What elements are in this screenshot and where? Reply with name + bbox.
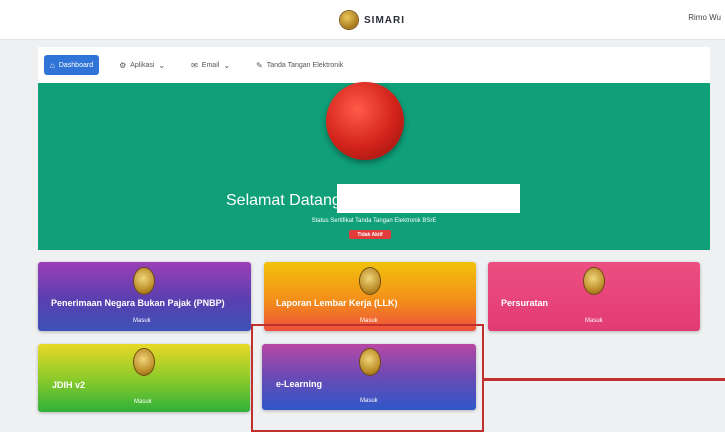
coin-emblem-icon [360, 268, 380, 294]
card-title: Penerimaan Negara Bukan Pajak (PNBP) [51, 298, 225, 308]
nav-tte[interactable]: ✎ Tanda Tangan Elektronik [250, 55, 349, 75]
chevron-down-icon: ⌄ [223, 60, 231, 70]
certificate-status-text: Status Sertifikat Tanda Tangan Elektroni… [311, 218, 437, 224]
nav-email-label: Email [201, 61, 220, 69]
home-icon: ⌂ [50, 60, 55, 70]
profile-avatar [326, 82, 404, 160]
dashboard-panel: ⌂ Dashboard ⚙ Aplikasi ⌄ ✉ Email ⌄ ✎ Tan… [38, 47, 710, 250]
nav-tte-label: Tanda Tangan Elektronik [266, 61, 344, 69]
card-enter-link[interactable]: Masuk [133, 318, 151, 324]
nav-aplikasi[interactable]: ⚙ Aplikasi ⌄ [113, 55, 171, 75]
user-menu[interactable]: Rimo Wu [688, 13, 721, 22]
card-enter-link[interactable]: Masuk [585, 318, 603, 324]
card-enter-link[interactable]: Masuk [134, 399, 152, 405]
nav-dashboard[interactable]: ⌂ Dashboard [44, 55, 100, 75]
navbar: ⌂ Dashboard ⚙ Aplikasi ⌄ ✉ Email ⌄ ✎ Tan… [38, 47, 710, 83]
card-persuratan[interactable]: Persuratan Masuk [488, 262, 700, 331]
highlight-annotation [251, 324, 484, 432]
redacted-username [337, 184, 520, 213]
highlight-pointer-line [484, 378, 725, 381]
nav-dashboard-label: Dashboard [58, 61, 94, 69]
brand[interactable]: SIMARI [340, 10, 405, 30]
card-title: Persuratan [501, 298, 549, 308]
top-bar: SIMARI Rimo Wu [0, 0, 725, 40]
chevron-down-icon: ⌄ [158, 60, 166, 70]
app-name: SIMARI [364, 14, 405, 26]
coin-emblem-icon [340, 11, 358, 29]
status-badge[interactable]: Tidak Aktif [349, 230, 391, 239]
card-llk[interactable]: Laporan Lembar Kerja (LLK) Masuk [264, 262, 476, 331]
coin-emblem-icon [134, 349, 154, 375]
card-title: Laporan Lembar Kerja (LLK) [276, 298, 398, 308]
card-title: JDIH v2 [52, 380, 86, 390]
coin-emblem-icon [134, 268, 154, 294]
welcome-text: Selamat Datang, [226, 192, 346, 209]
card-jdih[interactable]: JDIH v2 Masuk [38, 344, 250, 412]
coin-emblem-icon [584, 268, 604, 294]
nav-aplikasi-label: Aplikasi [130, 61, 155, 69]
grid-icon: ⚙ [119, 60, 127, 70]
nav-email[interactable]: ✉ Email ⌄ [185, 55, 236, 75]
pen-icon: ✎ [256, 60, 263, 70]
card-pnbp[interactable]: Penerimaan Negara Bukan Pajak (PNBP) Mas… [38, 262, 251, 331]
mail-icon: ✉ [191, 60, 198, 70]
